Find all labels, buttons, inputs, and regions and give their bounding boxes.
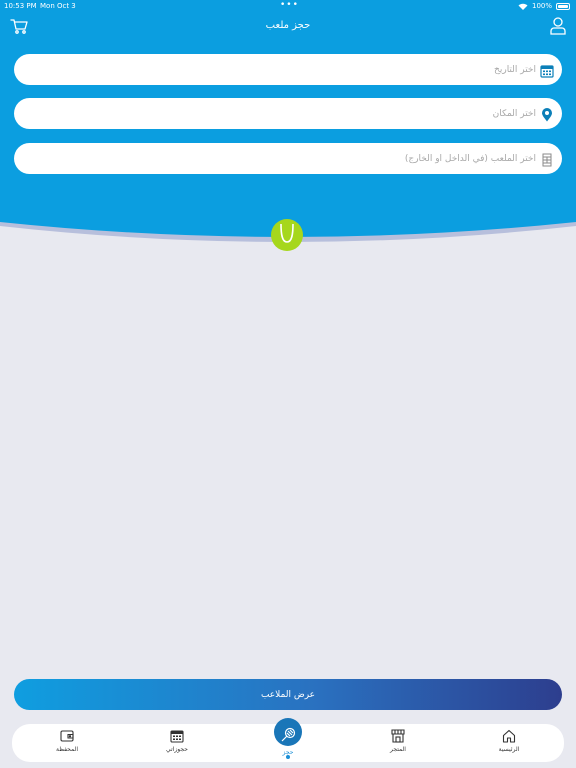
page-title: حجز ملعب [265, 20, 311, 31]
tab-my-bookings[interactable]: حجوزاتي [137, 724, 217, 762]
wifi-icon [518, 3, 528, 10]
book-tab-circle [274, 718, 302, 746]
user-profile-icon[interactable] [550, 17, 566, 35]
court-icon [540, 152, 554, 166]
place-field[interactable] [14, 98, 562, 129]
tab-my-bookings-label: حجوزاتي [166, 746, 188, 753]
tab-home[interactable]: الرئيسية [469, 724, 549, 762]
status-time: 10:53 PM [4, 2, 37, 10]
bottom-tab-bar: الرئيسية المتجر حجز حجوزاتي المحفظة [12, 718, 564, 762]
multitask-dots-icon: ••• [280, 0, 299, 10]
tab-wallet[interactable]: المحفظة [27, 724, 107, 762]
status-date: Mon Oct 3 [40, 2, 76, 10]
store-icon [391, 729, 405, 743]
location-pin-icon [540, 107, 554, 121]
tab-store[interactable]: المتجر [358, 724, 438, 762]
battery-icon [556, 2, 570, 10]
place-input[interactable] [14, 108, 536, 119]
tab-store-label: المتجر [390, 746, 406, 753]
calendar-icon [170, 730, 184, 743]
battery-percent: 100% [531, 2, 552, 10]
show-courts-button[interactable]: عرض الملاعب [14, 679, 562, 710]
tab-home-label: الرئيسية [498, 746, 520, 753]
status-bar: 10:53 PM Mon Oct 3 ••• 100% [0, 0, 576, 12]
date-input[interactable] [14, 64, 536, 75]
date-field[interactable] [14, 54, 562, 85]
tab-book[interactable]: حجز [248, 718, 328, 762]
court-input[interactable] [14, 153, 536, 164]
tab-wallet-label: المحفظة [55, 746, 78, 753]
home-icon [502, 729, 516, 743]
calendar-icon [540, 63, 554, 78]
status-right: 100% [518, 2, 570, 10]
top-navigation: حجز ملعب [0, 14, 576, 38]
active-tab-indicator [286, 755, 290, 759]
racket-icon [281, 727, 296, 741]
tennis-ball-logo [270, 218, 304, 252]
court-field[interactable] [14, 143, 562, 174]
wallet-icon [60, 730, 74, 742]
